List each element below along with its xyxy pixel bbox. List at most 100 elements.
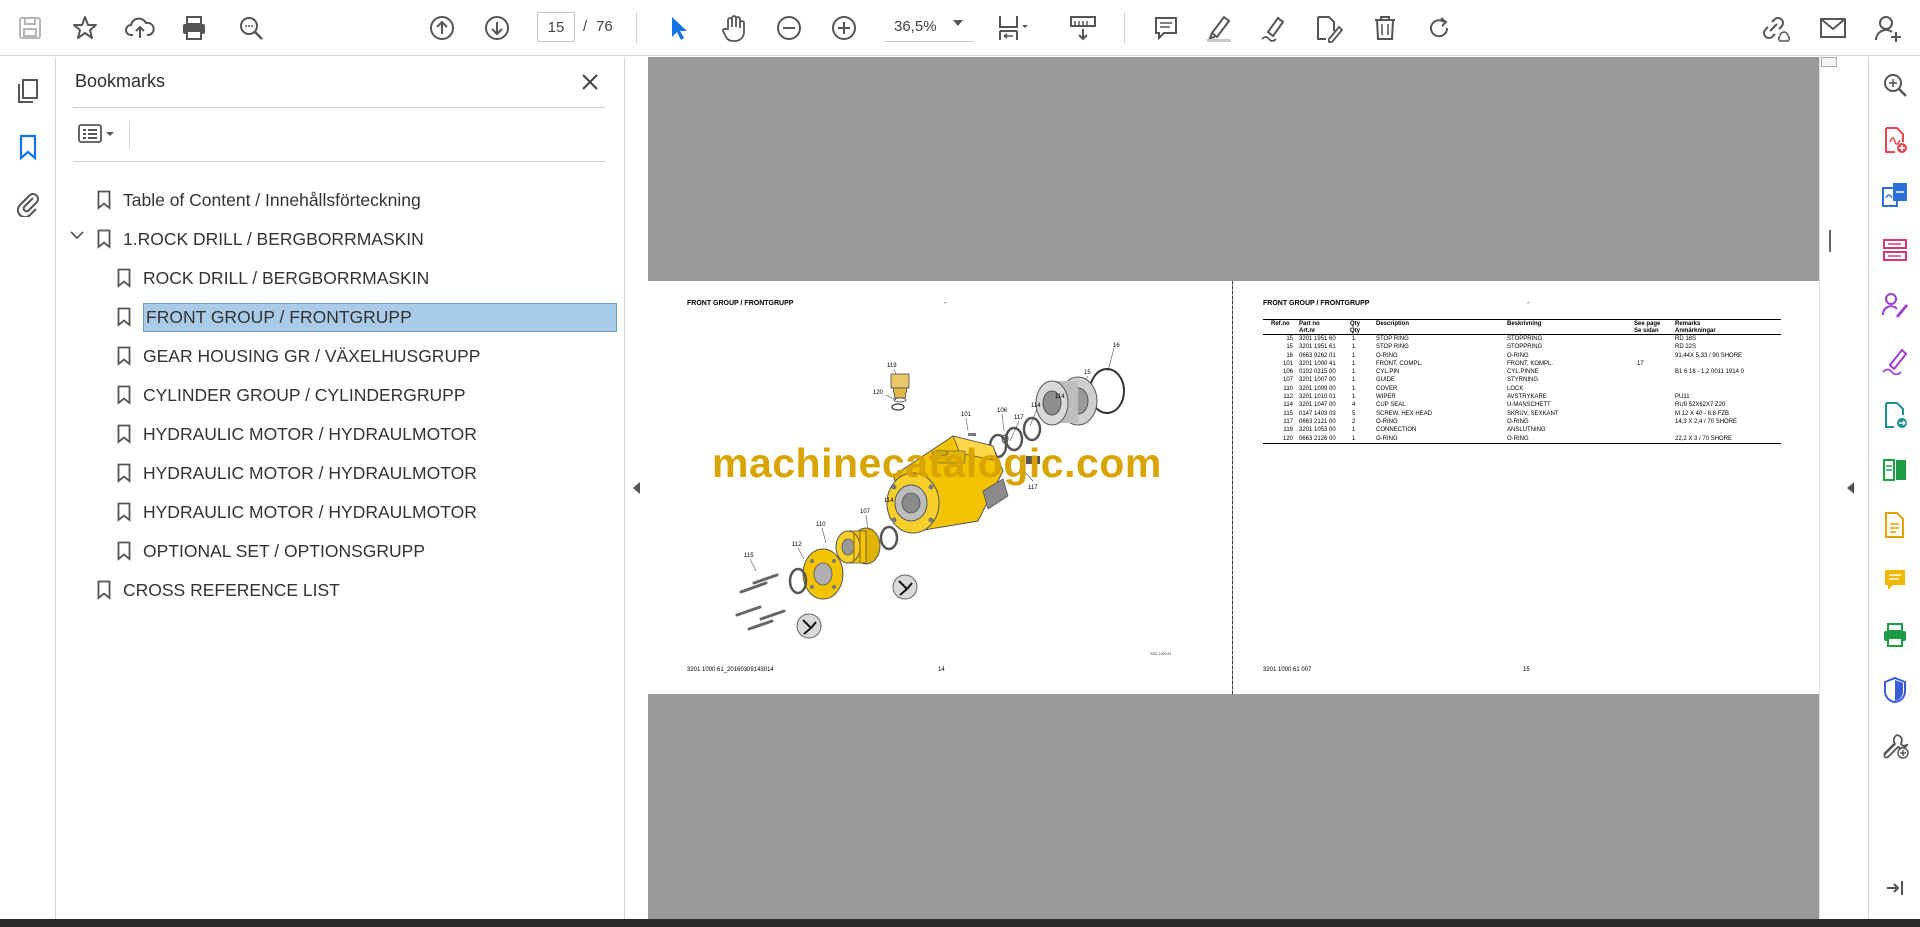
organize-pages-icon[interactable] — [1877, 232, 1913, 268]
export-pdf-icon[interactable] — [1877, 397, 1913, 433]
delete-icon[interactable] — [1367, 10, 1403, 46]
hand-tool-icon[interactable] — [716, 10, 752, 46]
bookmark-label: 1.ROCK DRILL / BERGBORRMASKIN — [123, 228, 424, 249]
select-cursor-icon[interactable] — [660, 10, 696, 46]
table-cell: STYRNING — [1507, 377, 1539, 384]
bookmark-item[interactable]: ROCK DRILL / BERGBORRMASKIN — [117, 262, 429, 294]
scrollbar-thumb[interactable] — [1829, 230, 1831, 252]
rotate-icon[interactable] — [1421, 10, 1457, 46]
table-cell: B1 6 16 - 1,2 0011 1914 0 — [1675, 369, 1744, 376]
collapse-tools-icon[interactable] — [1877, 870, 1913, 906]
bookmark-item[interactable]: CROSS REFERENCE LIST — [97, 574, 340, 606]
column-header: See page Se sidan — [1634, 321, 1661, 334]
bookmark-label: OPTIONAL SET / OPTIONSGRUPP — [143, 540, 425, 561]
page-fit-icon[interactable] — [994, 10, 1030, 46]
right-tools-rail — [1868, 57, 1920, 919]
callout-label: 16 — [1113, 343, 1120, 349]
bookmark-flag-icon — [97, 229, 111, 249]
table-cell: 0102 0315 00 — [1299, 369, 1336, 376]
callout-label: 117 — [1014, 415, 1024, 421]
table-cell: 1 — [1352, 369, 1356, 376]
table-cell: 22,2 X 3 / 70 SHORE — [1675, 435, 1733, 442]
bookmark-icon[interactable] — [10, 129, 46, 165]
bookmark-item-selected[interactable]: FRONT GROUP / FRONTGRUPP — [117, 301, 617, 333]
print-icon[interactable] — [176, 10, 212, 46]
page-number-input[interactable]: 15 — [537, 12, 575, 42]
column-header: Qty Qty — [1350, 321, 1361, 334]
table-cell: 0147 1403 03 — [1299, 410, 1336, 417]
save-icon[interactable] — [12, 10, 48, 46]
table-cell: O-RING — [1376, 435, 1398, 442]
zoom-search-icon[interactable] — [233, 10, 269, 46]
scrollbar-top-button[interactable] — [1821, 57, 1837, 67]
comment-icon[interactable] — [1148, 10, 1184, 46]
table-row: 114 3201 1047 00 4 CUP SEAL U-MANSCHETT RU9 5… — [1263, 401, 1781, 409]
callout-label: 114 — [884, 498, 894, 504]
close-icon[interactable] — [577, 69, 603, 95]
combine-files-icon[interactable] — [1877, 177, 1913, 213]
zoom-level-select[interactable]: 36,5% — [884, 12, 974, 42]
request-signature-icon[interactable] — [1877, 287, 1913, 323]
page-footer-number: 14 — [938, 667, 945, 673]
table-cell: CYL.PINNE — [1507, 369, 1539, 376]
more-tools-icon[interactable] — [1877, 727, 1913, 763]
table-cell: 4 — [1352, 402, 1356, 409]
chevron-down-icon[interactable] — [69, 227, 85, 243]
expand-right-panel-icon[interactable] — [1847, 482, 1854, 494]
table-cell: CUP SEAL — [1376, 402, 1406, 409]
attachment-icon[interactable] — [10, 185, 46, 221]
bookmark-options-icon[interactable] — [73, 117, 119, 151]
table-row: 115 0147 1403 03 5 SCREW, HEX HEAD SKRUV, SE… — [1263, 410, 1781, 418]
table-cell: 3201 1047 00 — [1299, 402, 1336, 409]
table-cell: 1 — [1352, 352, 1356, 359]
fill-sign-icon[interactable] — [1877, 342, 1913, 378]
table-cell: O-RING — [1507, 435, 1529, 442]
bookmark-item[interactable]: CYLINDER GROUP / CYLINDERGRUPP — [117, 379, 466, 411]
table-cell: 1 — [1352, 427, 1356, 434]
create-pdf-icon[interactable] — [1877, 122, 1913, 158]
comment-tool-icon[interactable] — [1877, 562, 1913, 598]
bookmark-label: FRONT GROUP / FRONTGRUPP — [143, 302, 617, 332]
collapse-left-panel-icon[interactable] — [633, 482, 640, 494]
table-cell: FRONT, KOMPL. — [1507, 360, 1554, 367]
next-page-icon[interactable] — [479, 10, 515, 46]
table-body: 15 3201 1951 60 1 STOP RING STOPPRING RD 18S 1… — [1263, 335, 1781, 443]
user-add-icon[interactable] — [1870, 10, 1906, 46]
bookmark-label: Table of Content / Innehållsförteckning — [123, 189, 421, 210]
vertical-scrollbar[interactable] — [1819, 57, 1839, 919]
zoom-out-icon[interactable] — [771, 10, 807, 46]
table-row: 106 0102 0315 00 1 CYL.PIN CYL.PINNE B1 6 16 … — [1263, 368, 1781, 376]
previous-page-icon[interactable] — [424, 10, 460, 46]
zoom-in-icon[interactable] — [826, 10, 862, 46]
email-icon[interactable] — [1815, 10, 1851, 46]
table-row: 120 0663 2126 00 1 O-RING O-RING 22,2 X 3 / 7… — [1263, 435, 1781, 443]
bookmark-item[interactable]: OPTIONAL SET / OPTIONSGRUPP — [117, 535, 425, 567]
bookmark-item[interactable]: HYDRAULIC MOTOR / HYDRAULMOTOR — [117, 496, 477, 528]
document-viewport[interactable]: FRONT GROUP / FRONTGRUPP - 119 16 120 15… — [648, 57, 1819, 919]
bookmark-item[interactable]: Table of Content / Innehållsförteckning — [97, 184, 421, 216]
bookmark-label: HYDRAULIC MOTOR / HYDRAULMOTOR — [143, 501, 477, 522]
share-link-icon[interactable] — [1758, 10, 1794, 46]
compare-files-icon[interactable] — [1877, 452, 1913, 488]
cloud-upload-icon[interactable] — [122, 10, 158, 46]
bookmark-label: CYLINDER GROUP / CYLINDERGRUPP — [143, 384, 466, 405]
table-cell: 114 — [1283, 402, 1293, 409]
page-thumbnails-icon[interactable] — [10, 73, 46, 109]
bookmark-flag-icon — [97, 580, 111, 600]
zoom-tool-icon[interactable] — [1877, 67, 1913, 103]
bookmark-item[interactable]: 1.ROCK DRILL / BERGBORRMASKIN — [97, 223, 424, 255]
star-icon[interactable] — [67, 10, 103, 46]
bookmark-label: GEAR HOUSING GR / VÄXELHUSGRUPP — [143, 345, 481, 366]
edit-pdf-icon[interactable] — [1310, 10, 1346, 46]
highlighter-icon[interactable] — [1201, 10, 1237, 46]
draw-pen-icon[interactable] — [1256, 10, 1292, 46]
table-cell: M 12 X 40 - 8.8 FZB — [1675, 410, 1730, 417]
protect-shield-icon[interactable] — [1877, 672, 1913, 708]
chevron-down-icon[interactable] — [953, 20, 963, 26]
bookmark-item[interactable]: HYDRAULIC MOTOR / HYDRAULMOTOR — [117, 418, 477, 450]
scroll-mode-icon[interactable] — [1065, 10, 1101, 46]
bookmark-item[interactable]: HYDRAULIC MOTOR / HYDRAULMOTOR — [117, 457, 477, 489]
print-production-icon[interactable] — [1877, 617, 1913, 653]
bookmark-item[interactable]: GEAR HOUSING GR / VÄXELHUSGRUPP — [117, 340, 480, 372]
scan-ocr-icon[interactable] — [1877, 507, 1913, 543]
